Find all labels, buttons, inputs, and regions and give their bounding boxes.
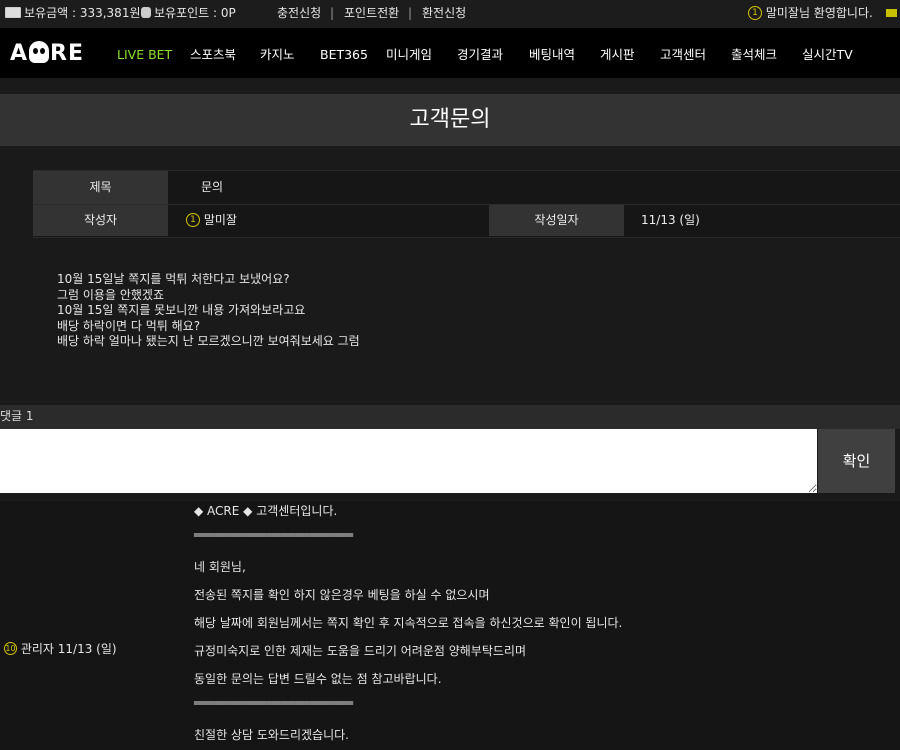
balance-text: 보유금액 : 333,381원 — [24, 6, 141, 20]
nav-sportsbook[interactable]: 스포츠북 — [190, 28, 236, 78]
subject-value: 문의 — [201, 180, 224, 194]
points-display: 보유포인트 : 0P — [141, 0, 236, 28]
reply-divider: ══════════════════════ — [194, 696, 353, 710]
nav-live-bet[interactable]: LIVE BET — [117, 28, 172, 78]
post-body-line: 10월 15일 쪽지를 못보니깐 내용 가져와보라고요 — [57, 303, 306, 317]
coin-stack-icon — [141, 7, 151, 18]
author-label: 작성자 — [33, 205, 168, 236]
welcome-text: 말미잘님 환영합니다. — [765, 6, 873, 20]
reply-line: ◆ ACRE ◆ 고객센터입니다. — [194, 504, 338, 518]
wallet-icon — [5, 7, 21, 18]
nav-attendance[interactable]: 출석체크 — [731, 28, 777, 78]
confirm-button[interactable]: 확인 — [818, 429, 895, 493]
page-title-bar: 고객문의 — [0, 94, 900, 146]
reply-line: 규정미숙지로 인한 제재는 도움을 드리기 어려운점 양해부탁드리며 — [194, 644, 527, 658]
nav-bet365[interactable]: BET365 — [320, 28, 368, 78]
post-body: 10월 15일날 쪽지를 먹튀 처한다고 보냈어요? 그럼 이용을 안했겠죠 1… — [57, 272, 360, 350]
logo-text-left: A — [10, 41, 29, 66]
reply-line: 전송된 쪽지를 확인 하지 않은경우 베팅을 하실 수 없으시며 — [194, 588, 490, 602]
welcome-message: 1 말미잘님 환영합니다. — [748, 0, 873, 28]
post-body-line: 그럼 이용을 안했겠죠 — [57, 287, 164, 302]
post-info-table: 제목 문의 작성자 1 말미잘 작성일자 11/13 (일) — [33, 170, 900, 238]
top-bar: 보유금액 : 333,381원 보유포인트 : 0P 충전신청 | 포인트전환 … — [0, 0, 900, 28]
post-body-line: 10월 15일날 쪽지를 먹튀 처한다고 보냈어요? — [57, 272, 290, 286]
date-value: 11/13 (일) — [641, 213, 700, 227]
post-body-line: 배당 하락 얼마나 됐는지 난 모르겠으니깐 보여줘보세요 그럼 — [57, 334, 360, 348]
separator: | — [408, 6, 413, 20]
separator: | — [330, 6, 335, 20]
level-badge-icon: 10 — [4, 642, 17, 655]
reply-line: 친절한 상담 도와드리겠습니다. — [194, 728, 349, 742]
nav-bet-history[interactable]: 베팅내역 — [529, 28, 575, 78]
nav-casino[interactable]: 카지노 — [260, 28, 295, 78]
deposit-request-link[interactable]: 충전신청 — [277, 0, 321, 28]
balance-display: 보유금액 : 333,381원 — [5, 0, 141, 28]
withdraw-request-link[interactable]: 환전신청 — [422, 0, 466, 28]
comment-count: 댓글 1 — [0, 409, 34, 423]
date-label: 작성일자 — [489, 205, 624, 236]
nav-minigame[interactable]: 미니게임 — [386, 28, 432, 78]
level-badge-icon: 1 — [748, 5, 762, 20]
reply-author: 10 관리자 11/13 (일) — [4, 640, 117, 657]
skull-icon — [29, 41, 50, 63]
page-title: 고객문의 — [409, 107, 491, 132]
reply-line: 해당 날짜에 회원님께서는 쪽지 확인 후 지속적으로 접속을 하신것으로 확인… — [194, 616, 623, 630]
nav-customer-center[interactable]: 고객센터 — [660, 28, 706, 78]
point-exchange-link[interactable]: 포인트전환 — [344, 0, 399, 28]
points-text: 보유포인트 : 0P — [154, 6, 236, 20]
nav-results[interactable]: 경기결과 — [457, 28, 503, 78]
post-body-line: 배당 하락이면 다 먹튀 해요? — [57, 318, 201, 333]
comment-input[interactable] — [0, 429, 817, 493]
reply-line: 네 회원님, — [194, 560, 246, 574]
mail-button[interactable] — [886, 0, 897, 28]
comment-count-bar: 댓글 1 — [0, 405, 900, 429]
logo[interactable]: A RE — [10, 41, 84, 66]
main-nav: A RE LIVE BET 스포츠북 카지노 BET365 미니게임 경기결과 베… — [0, 28, 900, 78]
author-name: 말미잘 — [203, 213, 237, 227]
author-value: 1 말미잘 — [186, 205, 237, 236]
level-badge-icon: 1 — [186, 212, 200, 227]
reply-line: 동일한 문의는 답변 드릴수 없는 점 참고바랍니다. — [194, 672, 442, 686]
mail-icon — [886, 8, 897, 17]
reply-author-text: 관리자 11/13 (일) — [20, 642, 117, 656]
subject-label: 제목 — [33, 171, 168, 204]
nav-live-tv[interactable]: 실시간TV — [802, 28, 853, 78]
nav-board[interactable]: 게시판 — [600, 28, 635, 78]
logo-text-right: RE — [50, 41, 84, 66]
reply-divider: ══════════════════════ — [194, 528, 353, 542]
